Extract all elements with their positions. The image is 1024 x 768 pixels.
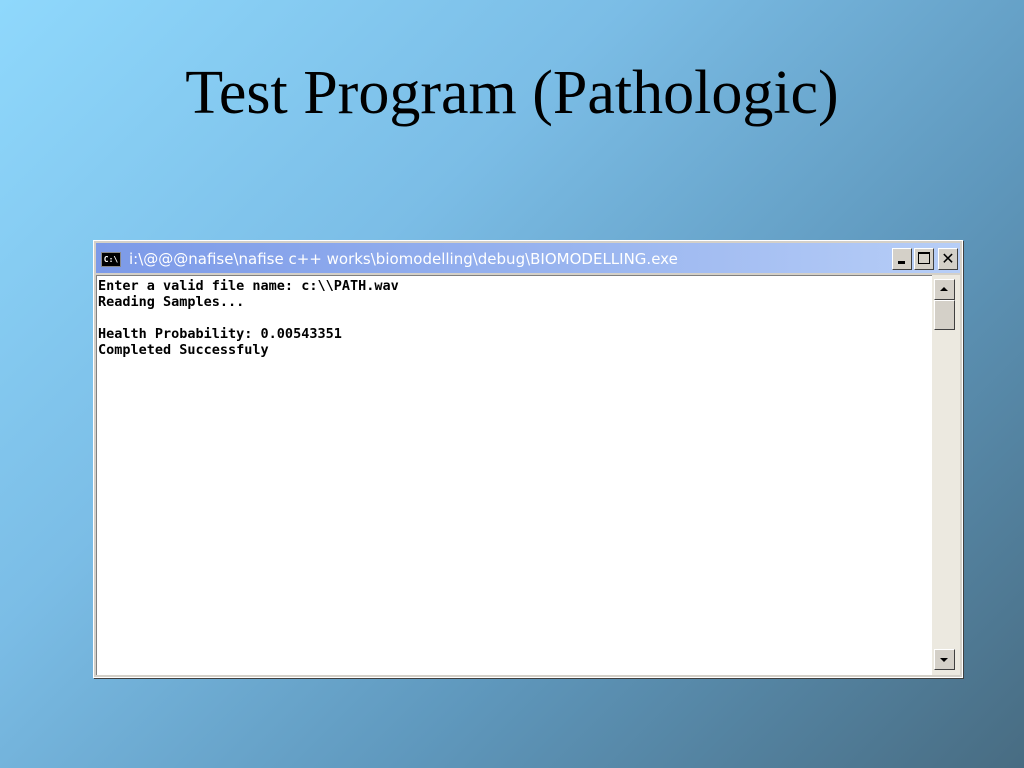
console-line: Enter a valid file name: c:\\PATH.wav xyxy=(98,278,399,294)
window-title-bar[interactable]: C:\ i:\@@@nafise\nafise c++ works\biomod… xyxy=(96,243,960,273)
arrow-up-icon xyxy=(940,287,948,291)
window-title: i:\@@@nafise\nafise c++ works\biomodelli… xyxy=(129,250,678,268)
vertical-scrollbar[interactable] xyxy=(932,275,960,675)
scroll-up-button[interactable] xyxy=(934,279,955,300)
close-button[interactable]: ✕ xyxy=(938,248,958,270)
scrollbar-thumb[interactable] xyxy=(934,300,955,330)
slide-title: Test Program (Pathologic) xyxy=(185,59,839,127)
console-output[interactable]: Enter a valid file name: c:\\PATH.wav Re… xyxy=(96,275,932,675)
console-line: Completed Successfuly xyxy=(98,342,269,358)
minimize-icon xyxy=(898,261,905,264)
maximize-button[interactable] xyxy=(914,248,934,270)
close-icon: ✕ xyxy=(941,249,955,268)
minimize-button[interactable] xyxy=(892,248,912,270)
maximize-icon xyxy=(918,252,930,264)
scroll-down-button[interactable] xyxy=(934,649,955,670)
console-window: C:\ i:\@@@nafise\nafise c++ works\biomod… xyxy=(93,240,963,678)
arrow-down-icon xyxy=(940,658,948,662)
console-line: Reading Samples... xyxy=(98,294,245,310)
console-line: Health Probability: 0.00543351 xyxy=(98,326,342,342)
console-app-icon[interactable]: C:\ xyxy=(101,252,121,267)
